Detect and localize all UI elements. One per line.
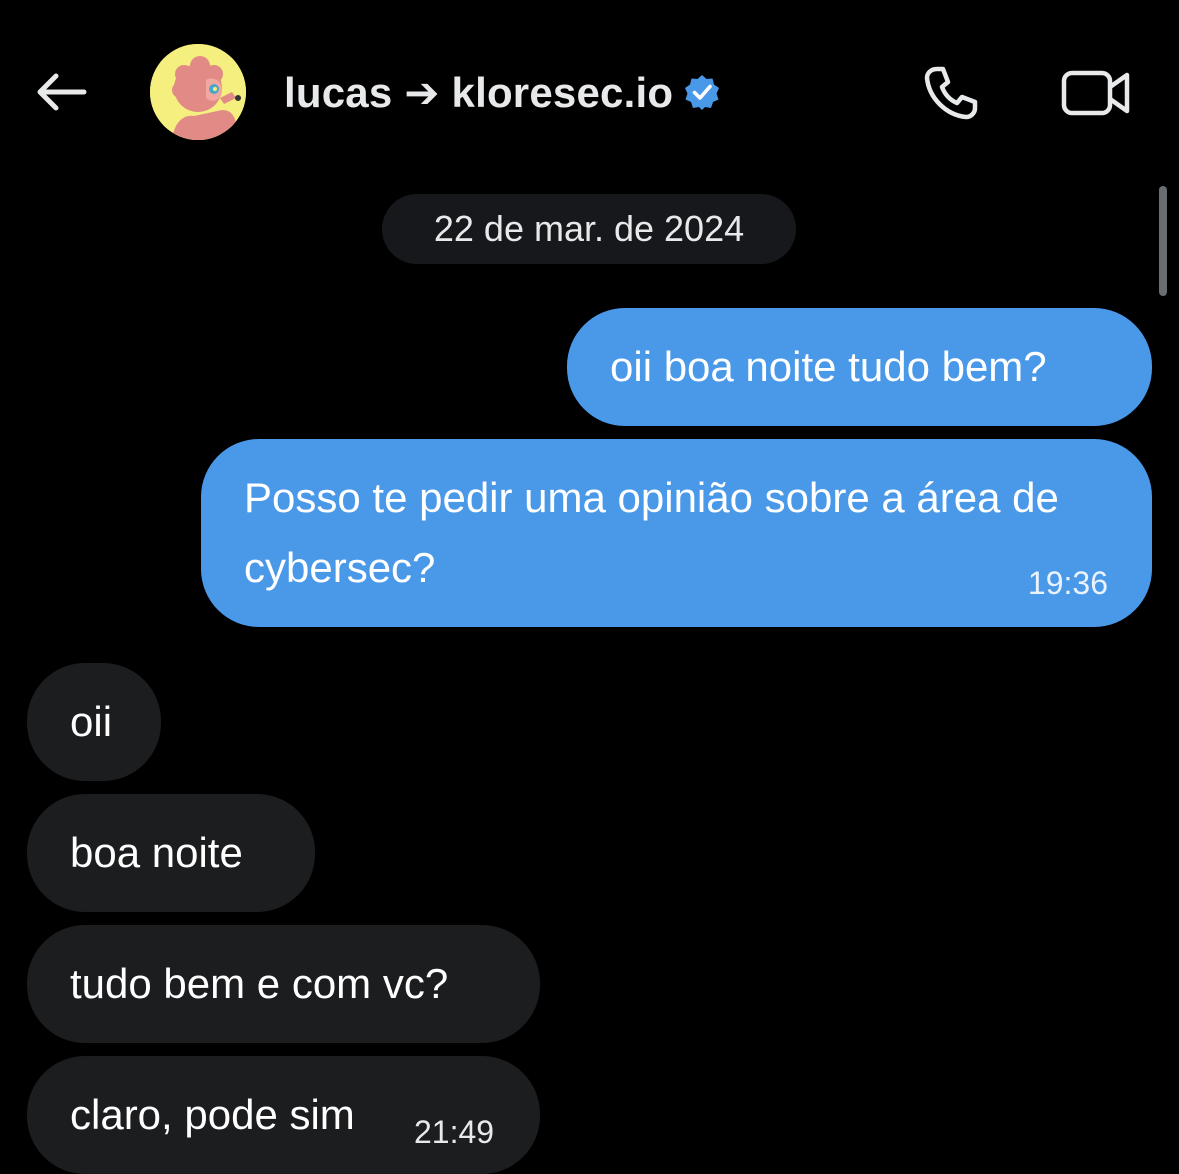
message-bubble-sent[interactable]: oii boa noite tudo bem? (567, 308, 1152, 426)
phone-icon (924, 66, 978, 120)
message-text: Posso te pedir uma opinião sobre a área … (244, 474, 1059, 591)
message-time: 21:49 (414, 1114, 495, 1150)
message-bubble-received[interactable]: tudo bem e com vc? (27, 925, 540, 1043)
message-text: boa noite (70, 829, 243, 876)
conversation-title: lucas ➔ kloresec.io (284, 68, 674, 116)
message-text: oii boa noite tudo bem? (610, 343, 1047, 390)
scrollbar[interactable] (1159, 186, 1167, 296)
video-call-button[interactable] (1056, 58, 1136, 128)
back-button[interactable] (28, 60, 92, 124)
message-bubble-received[interactable]: oii (27, 663, 161, 781)
voice-call-button[interactable] (916, 58, 986, 128)
message-bubble-received[interactable]: boa noite (27, 794, 315, 912)
message-text: oii (70, 698, 113, 745)
message-bubble-sent[interactable]: Posso te pedir uma opinião sobre a área … (201, 439, 1152, 627)
avatar[interactable] (150, 44, 246, 140)
video-camera-icon (1061, 70, 1130, 116)
date-separator: 22 de mar. de 2024 (382, 194, 796, 264)
verified-badge-icon (683, 72, 723, 112)
conversation-title-group[interactable]: lucas ➔ kloresec.io (284, 64, 723, 120)
cartoon-avatar-icon (150, 44, 246, 140)
arrow-left-icon (37, 73, 87, 111)
message-text: claro, pode sim (70, 1091, 355, 1138)
message-bubble-received[interactable]: claro, pode sim 21:49 (27, 1056, 540, 1174)
message-text: tudo bem e com vc? (70, 960, 449, 1007)
chat-header: lucas ➔ kloresec.io (0, 0, 1179, 180)
message-time: 19:36 (1027, 565, 1108, 601)
